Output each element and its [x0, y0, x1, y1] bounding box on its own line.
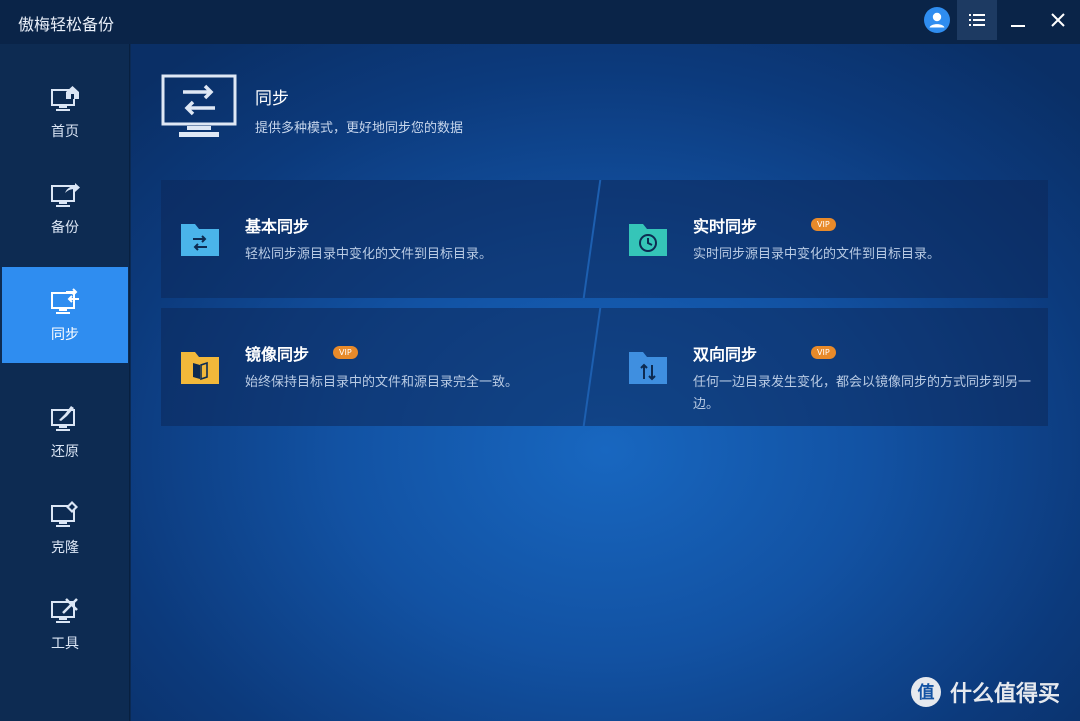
sidebar-item-clone[interactable]: 克隆 — [2, 480, 128, 576]
card-title: 镜像同步 — [245, 345, 310, 364]
realtime-sync-clock-icon — [629, 224, 667, 256]
card-description: 轻松同步源目录中变化的文件到目标目录。 — [245, 247, 493, 262]
card-description: 任何一边目录发生变化，都会以镜像同步的方式同步到另一边。 — [693, 375, 1032, 412]
user-avatar-icon — [924, 7, 950, 33]
vip-badge: VIP — [811, 218, 836, 231]
sidebar-item-sync[interactable]: 同步 — [2, 267, 128, 363]
minimize-icon — [1011, 25, 1025, 27]
page-title: 同步 — [255, 89, 289, 109]
backup-monitor-icon — [51, 183, 80, 207]
two-way-sync-card[interactable]: 双向同步 VIP 任何一边目录发生变化，都会以镜像同步的方式同步到另一边。 — [609, 308, 1049, 426]
svg-text:值: 值 — [918, 682, 935, 703]
sidebar-item-label: 克隆 — [51, 540, 79, 556]
page-subtitle: 提供多种模式，更好地同步您的数据 — [255, 121, 464, 136]
menu-button[interactable] — [957, 0, 997, 40]
sync-options-row: 镜像同步 VIP 始终保持目标目录中的文件和源目录完全一致。 双向同步 VIP … — [161, 308, 1048, 426]
card-title: 基本同步 — [245, 217, 310, 236]
card-title: 实时同步 — [693, 217, 758, 236]
home-monitor-icon — [51, 86, 79, 111]
minimize-button[interactable] — [998, 0, 1038, 40]
sidebar-item-backup[interactable]: 备份 — [2, 160, 128, 256]
close-icon — [1051, 13, 1065, 27]
sidebar-item-home[interactable]: 首页 — [2, 64, 128, 160]
card-description: 实时同步源目录中变化的文件到目标目录。 — [693, 247, 941, 262]
card-description: 始终保持目标目录中的文件和源目录完全一致。 — [245, 375, 519, 390]
title-bar: 傲梅轻松备份 — [0, 0, 1080, 44]
card-title: 双向同步 — [693, 345, 758, 364]
mirror-sync-folder-icon — [181, 352, 219, 384]
watermark-text: 什么值得买 — [950, 682, 1061, 707]
sidebar: 首页 备份 同步 还原 克隆 工具 — [0, 44, 130, 721]
sync-monitor-large-icon — [161, 74, 237, 137]
basic-sync-card[interactable]: 基本同步 轻松同步源目录中变化的文件到目标目录。 — [161, 180, 601, 298]
sync-monitor-icon — [51, 288, 79, 314]
main-panel: 同步 提供多种模式，更好地同步您的数据 基本同步 轻松同步源目录中变化的文件到目… — [131, 44, 1080, 721]
clone-monitor-icon — [51, 501, 78, 527]
list-menu-icon — [969, 14, 985, 26]
vip-badge: VIP — [811, 346, 836, 359]
user-account-button[interactable] — [917, 0, 957, 40]
tools-monitor-icon — [51, 598, 78, 623]
app-title: 傲梅轻松备份 — [18, 15, 115, 34]
sidebar-item-tools[interactable]: 工具 — [2, 576, 128, 672]
restore-monitor-icon — [51, 406, 75, 431]
watermark: 值 什么值得买 — [910, 676, 1060, 708]
realtime-sync-card[interactable]: 实时同步 VIP 实时同步源目录中变化的文件到目标目录。 — [609, 180, 1049, 298]
mirror-sync-card[interactable]: 镜像同步 VIP 始终保持目标目录中的文件和源目录完全一致。 — [161, 308, 601, 426]
two-way-sync-folder-icon — [629, 352, 667, 384]
sidebar-item-label: 首页 — [51, 124, 79, 140]
sidebar-item-restore[interactable]: 还原 — [2, 384, 128, 480]
close-button[interactable] — [1038, 0, 1078, 40]
sidebar-item-label: 工具 — [51, 636, 79, 652]
basic-sync-folder-icon — [181, 224, 219, 256]
sidebar-item-label: 还原 — [51, 444, 79, 460]
sidebar-item-label: 同步 — [51, 327, 79, 343]
sidebar-item-label: 备份 — [51, 220, 79, 236]
sync-options-row: 基本同步 轻松同步源目录中变化的文件到目标目录。 实时同步 VIP 实时同步源目… — [161, 180, 1048, 298]
smzdm-logo-icon: 值 — [911, 677, 941, 707]
vip-badge: VIP — [333, 346, 358, 359]
